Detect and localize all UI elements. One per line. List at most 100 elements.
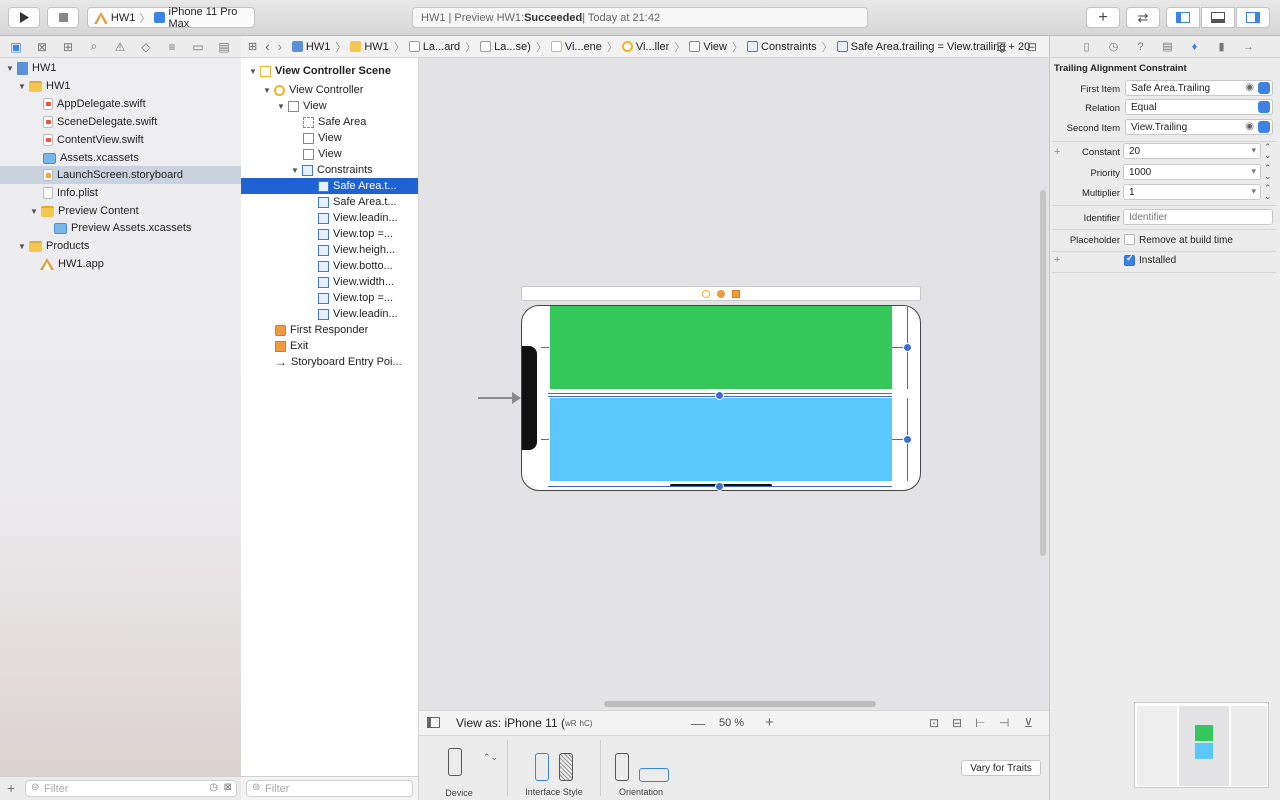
outline-item[interactable]: ▼ View Controller xyxy=(241,82,418,98)
light-mode-icon[interactable] xyxy=(535,753,549,781)
nav-row-file[interactable]: SceneDelegate.swift xyxy=(0,113,241,131)
forward-arrow-icon[interactable]: › xyxy=(278,39,282,54)
history-inspector-icon[interactable]: ◷ xyxy=(1104,40,1123,53)
outline-item[interactable]: View.heigh... xyxy=(241,242,418,258)
update-frames-icon[interactable]: ⊡ xyxy=(929,716,939,730)
breakpoint-tab-icon[interactable]: ▭ xyxy=(188,40,208,54)
file-inspector-icon[interactable]: ▯ xyxy=(1077,40,1096,53)
blue-view[interactable] xyxy=(550,398,892,481)
attributes-inspector-icon[interactable]: ▮ xyxy=(1212,40,1231,53)
resolve-issues-icon[interactable]: ⊻ xyxy=(1024,716,1033,730)
priority-field[interactable]: 1000 ▾ xyxy=(1123,164,1261,180)
add-file-icon[interactable]: + xyxy=(7,780,15,796)
align-icon[interactable]: ⊢ xyxy=(975,716,985,730)
disclosure-open-icon[interactable]: ▼ xyxy=(29,207,39,216)
connections-inspector-icon[interactable]: → xyxy=(1239,41,1258,53)
relation-popup[interactable]: Equal xyxy=(1125,99,1273,115)
navigator-filter-input[interactable]: ⊜ Filter ◷ ⊠ xyxy=(25,780,237,797)
size-inspector-icon[interactable]: ♦ xyxy=(1185,41,1204,53)
source-control-tab-icon[interactable]: ⊠ xyxy=(32,40,52,54)
constraint-handle[interactable] xyxy=(903,435,912,444)
disclosure-open-icon[interactable]: ▼ xyxy=(17,82,27,91)
library-button[interactable]: + xyxy=(1086,7,1120,28)
scheme-selector[interactable]: HW1 〉 iPhone 11 Pro Max xyxy=(87,6,255,30)
outline-item[interactable]: View.leadin... xyxy=(241,306,418,322)
breadcrumb-item[interactable]: La...ard 〉 xyxy=(408,39,476,55)
nav-row-file[interactable]: ContentView.swift xyxy=(0,131,241,149)
disclosure-open-icon[interactable]: ▼ xyxy=(276,102,286,111)
canvas-vertical-scrollbar[interactable] xyxy=(1040,190,1046,556)
outline-item[interactable]: View xyxy=(241,146,418,162)
remove-at-build-time-checkbox[interactable] xyxy=(1124,234,1135,245)
breadcrumb-item[interactable]: Vi...ller 〉 xyxy=(621,39,685,55)
embed-in-icon[interactable]: ⊟ xyxy=(952,716,962,730)
related-items-icon[interactable]: ☰ xyxy=(996,40,1007,54)
green-view[interactable] xyxy=(550,306,892,389)
nav-row-group[interactable]: ▼ Preview Content xyxy=(0,202,241,220)
constraint-handle[interactable] xyxy=(715,482,724,491)
breadcrumb-item[interactable]: HW1 〉 xyxy=(350,39,405,55)
back-arrow-icon[interactable]: ‹ xyxy=(265,39,269,54)
stop-button[interactable] xyxy=(47,7,79,28)
multiplier-field[interactable]: 1 ▾ xyxy=(1123,184,1261,200)
report-tab-icon[interactable]: ▤ xyxy=(214,40,234,54)
nav-row-file[interactable]: HW1.app xyxy=(0,255,241,273)
debug-tab-icon[interactable]: ≡ xyxy=(162,40,182,54)
disclosure-open-icon[interactable]: ▼ xyxy=(248,67,258,76)
exit-icon[interactable] xyxy=(732,289,740,298)
grid-icon[interactable]: ⊞ xyxy=(248,40,257,53)
folder-tab-icon[interactable]: ▣ xyxy=(6,40,26,54)
outline-item[interactable]: View.top =... xyxy=(241,290,418,306)
portrait-icon[interactable] xyxy=(615,753,629,781)
toggle-outline-icon[interactable] xyxy=(427,717,440,728)
nav-row-group[interactable]: ▼ HW1 xyxy=(0,77,241,95)
nav-row-file[interactable]: Preview Assets.xcassets xyxy=(0,219,241,237)
outline-item[interactable]: View.width... xyxy=(241,274,418,290)
outline-item[interactable]: First Responder xyxy=(241,322,418,338)
stepper-icon[interactable]: ⌃⌄ xyxy=(483,752,498,763)
outline-item-selected[interactable]: Safe Area.t... xyxy=(241,178,418,194)
toggle-navigator-button[interactable] xyxy=(1166,7,1200,28)
breadcrumb-item[interactable]: View 〉 xyxy=(689,39,743,55)
identity-inspector-icon[interactable]: ▤ xyxy=(1158,40,1177,53)
breadcrumb-item[interactable]: La...se) 〉 xyxy=(480,39,547,55)
view-as-label[interactable]: View as: iPhone 11 (wR hC) xyxy=(456,716,592,730)
outline-item[interactable]: ▼ Constraints xyxy=(241,162,418,178)
outline-item[interactable]: Exit xyxy=(241,338,418,354)
constraint-handle[interactable] xyxy=(903,343,912,352)
disclosure-open-icon[interactable]: ▼ xyxy=(5,64,15,73)
multiplier-stepper-icon[interactable]: ⌃ ⌄ xyxy=(1264,184,1272,201)
add-constraints-icon[interactable]: ⊣ xyxy=(999,716,1009,730)
scm-filter-icon[interactable]: ⊠ xyxy=(224,782,232,793)
dark-mode-icon[interactable] xyxy=(559,753,573,781)
view-controller-icon[interactable] xyxy=(702,289,710,298)
minimap-thumbnail[interactable] xyxy=(1134,702,1269,788)
outline-filter-input[interactable]: ⊜ Filter xyxy=(246,780,413,797)
toggle-debug-button[interactable] xyxy=(1201,7,1235,28)
constraint-handle[interactable] xyxy=(715,391,724,400)
recent-icon[interactable]: ◷ xyxy=(209,782,218,793)
first-responder-icon[interactable] xyxy=(717,289,725,298)
nav-row-group[interactable]: ▼ Products xyxy=(0,237,241,255)
outline-item[interactable]: → Storyboard Entry Poi... xyxy=(241,354,418,370)
nav-row-file[interactable]: Assets.xcassets xyxy=(0,149,241,167)
disclosure-open-icon[interactable]: ▼ xyxy=(290,166,300,175)
search-tab-icon[interactable]: ⌕ xyxy=(84,39,104,54)
outline-item[interactable]: ▼ View xyxy=(241,98,418,114)
zoom-out-icon[interactable]: — xyxy=(691,715,705,731)
outline-item[interactable]: Safe Area xyxy=(241,114,418,130)
constraint-line[interactable] xyxy=(541,347,549,348)
landscape-icon[interactable] xyxy=(639,768,669,782)
add-installed-variation-icon[interactable]: + xyxy=(1054,254,1060,266)
zoom-level[interactable]: 50 % xyxy=(719,717,744,729)
nav-row-file-selected[interactable]: LaunchScreen.storyboard xyxy=(0,166,241,184)
outline-item[interactable]: View.leadin... xyxy=(241,210,418,226)
outline-item[interactable]: View xyxy=(241,130,418,146)
run-button[interactable] xyxy=(8,7,40,28)
breadcrumb-item[interactable]: HW1 〉 xyxy=(291,39,346,55)
disclosure-open-icon[interactable]: ▼ xyxy=(262,86,272,95)
breadcrumb-item[interactable]: Vi...ene 〉 xyxy=(550,39,618,55)
second-item-popup[interactable]: View.Trailing ◉ xyxy=(1125,119,1273,135)
nav-row-file[interactable]: Info.plist xyxy=(0,184,241,202)
outline-item[interactable]: Safe Area.t... xyxy=(241,194,418,210)
